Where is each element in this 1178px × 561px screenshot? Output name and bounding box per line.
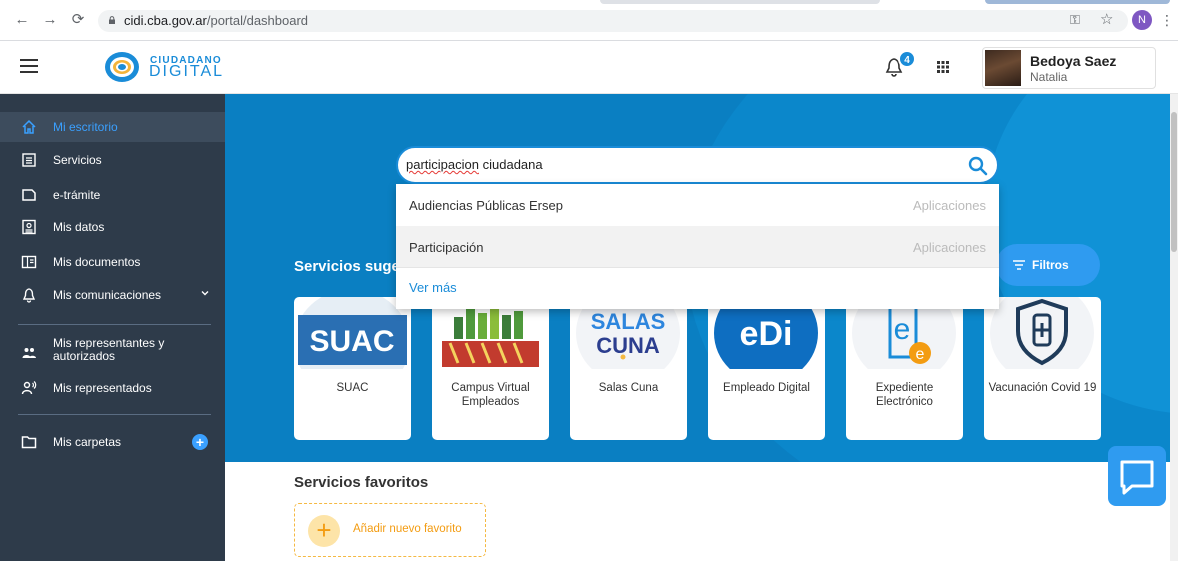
add-folder-button[interactable]: + <box>192 434 208 450</box>
sidebar-item-e-tramite[interactable]: e-trámite <box>0 180 225 210</box>
folder-icon <box>21 436 37 449</box>
service-card-caption: Empleado Digital <box>723 382 810 394</box>
address-url: cidi.cba.gov.ar/portal/dashboard <box>124 13 309 28</box>
id-card-icon <box>22 219 36 235</box>
address-bar[interactable]: cidi.cba.gov.ar/portal/dashboard <box>98 10 1128 32</box>
people-icon <box>22 348 36 358</box>
search-result-item[interactable]: Audiencias Públicas Ersep Aplicaciones <box>396 184 999 226</box>
service-card-suac[interactable]: SUAC SUAC <box>294 297 411 440</box>
service-card-empleado-digital[interactable]: eDi Empleado Digital <box>708 297 825 440</box>
user-menu[interactable]: Bedoya Saez Natalia <box>982 47 1156 89</box>
bell-icon <box>22 288 36 303</box>
apps-grid-icon[interactable] <box>936 60 950 74</box>
service-card-caption: Expediente Electrónico <box>875 382 934 408</box>
svg-text:CUNA: CUNA <box>596 333 660 358</box>
search-value: participacion ciudadana <box>406 157 543 172</box>
notification-badge[interactable]: 4 <box>898 50 916 68</box>
service-card-salas-cuna[interactable]: SALAS CUNA Salas Cuna <box>570 297 687 440</box>
sidebar-item-mis-documentos[interactable]: Mis documentos <box>0 247 225 277</box>
hamburger-icon[interactable] <box>20 59 38 73</box>
sidebar-item-mis-comunicaciones[interactable]: Mis comunicaciones <box>0 280 225 310</box>
service-card-caption: Vacunación Covid 19 <box>988 382 1097 394</box>
dropdown-divider <box>396 267 999 268</box>
logo-icon[interactable] <box>104 51 140 83</box>
document-icon <box>22 189 36 201</box>
suac-logo: SUAC <box>298 297 407 369</box>
sidebar-divider <box>18 414 211 415</box>
chat-icon <box>1120 460 1154 495</box>
search-result-item[interactable]: Participación Aplicaciones <box>396 226 999 268</box>
sidebar-item-mis-representados[interactable]: Mis representados <box>0 373 225 403</box>
logo-text-bottom: DIGITAL <box>149 63 225 80</box>
chat-button[interactable] <box>1108 446 1166 506</box>
home-icon <box>22 119 36 134</box>
service-card-caption: Campus Virtual Empleados <box>451 382 530 408</box>
folder-split-icon <box>21 255 37 269</box>
favorites-title: Servicios favoritos <box>294 474 429 491</box>
svg-text:SALAS: SALAS <box>591 309 666 334</box>
key-icon[interactable]: ⚿ <box>1070 9 1080 31</box>
chevron-down-icon <box>201 291 209 296</box>
browser-toolbar: ← → ⟳ cidi.cba.gov.ar/portal/dashboard ⚿… <box>0 0 1178 41</box>
reload-icon[interactable]: ⟳ <box>70 12 86 28</box>
svg-text:e: e <box>916 346 925 363</box>
avatar <box>985 50 1021 86</box>
list-icon <box>22 153 36 167</box>
filter-icon <box>1013 260 1025 270</box>
vacunacion-logo <box>988 297 1097 369</box>
sidebar-item-mi-escritorio[interactable]: Mi escritorio <box>0 112 225 142</box>
edi-logo-text: eDi <box>740 315 793 353</box>
expediente-logo-text: e <box>894 313 911 346</box>
person-voice-icon <box>21 381 37 395</box>
sidebar-item-mis-representantes[interactable]: Mis representantes y autorizados <box>0 333 225 367</box>
sidebar-item-mis-datos[interactable]: Mis datos <box>0 212 225 242</box>
plus-icon: + <box>308 515 340 547</box>
sidebar-item-servicios[interactable]: Servicios <box>0 145 225 175</box>
search-suggestions: Audiencias Públicas Ersep Aplicaciones P… <box>396 184 999 309</box>
app-header: CIUDADANO DIGITAL 4 Bedoya Saez Natalia <box>0 41 1178 94</box>
user-subname: Natalia <box>1030 70 1068 84</box>
profile-avatar[interactable]: N <box>1132 10 1152 30</box>
suggested-services-title: Servicios suge <box>294 258 400 275</box>
star-icon[interactable]: ☆ <box>1100 9 1113 31</box>
service-card-caption: Salas Cuna <box>598 382 659 394</box>
forward-icon[interactable]: → <box>42 12 58 28</box>
service-card-vacunacion-covid[interactable]: Vacunación Covid 19 <box>984 297 1101 440</box>
service-card-campus-virtual[interactable]: Campus Virtual Empleados <box>432 297 549 440</box>
service-card-caption: SUAC <box>336 382 369 394</box>
user-name: Bedoya Saez <box>1030 53 1117 69</box>
page-scrollbar[interactable] <box>1170 94 1178 561</box>
add-favorite-button[interactable]: + Añadir nuevo favorito <box>294 503 486 557</box>
search-input[interactable]: participacion ciudadana <box>396 146 999 184</box>
filters-button[interactable]: Filtros <box>996 244 1100 286</box>
service-card-expediente-electronico[interactable]: e e Expediente Electrónico <box>846 297 963 440</box>
app-root: ← → ⟳ cidi.cba.gov.ar/portal/dashboard ⚿… <box>0 0 1178 561</box>
back-icon[interactable]: ← <box>14 12 30 28</box>
suac-logo-text: SUAC <box>309 325 394 358</box>
sidebar-divider <box>18 324 211 325</box>
see-more-link[interactable]: Ver más <box>409 280 457 295</box>
search-icon[interactable] <box>968 156 988 176</box>
lock-icon <box>109 16 115 24</box>
menu-dots-icon[interactable]: ⋮ <box>1160 9 1174 31</box>
